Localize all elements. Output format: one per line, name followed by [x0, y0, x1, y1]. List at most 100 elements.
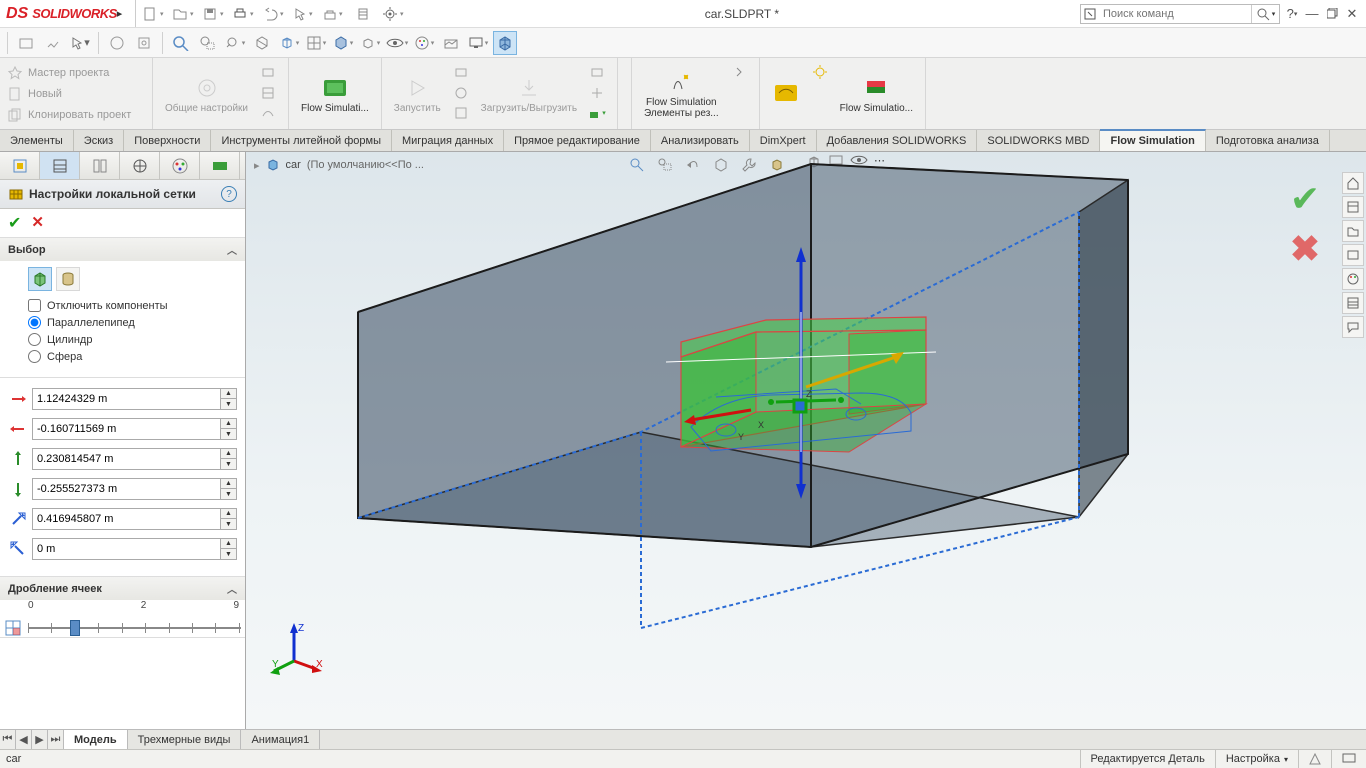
undo-icon[interactable]: ▾ — [262, 3, 284, 25]
hide-show-icon[interactable]: ▾ — [358, 31, 382, 55]
panel-tab-props-icon[interactable] — [40, 152, 80, 179]
tab-элементы[interactable]: Элементы — [0, 130, 74, 151]
radio-sphere[interactable]: Сфера — [28, 350, 235, 363]
view-tab-трехмерные-виды[interactable]: Трехмерные виды — [128, 730, 242, 749]
rib-sm-12-icon[interactable] — [729, 104, 749, 122]
radio-box[interactable]: Параллелепипед — [28, 316, 235, 329]
vt-last-icon[interactable]: ⏭ — [48, 730, 64, 749]
section-select-header[interactable]: Выбор ︿ — [0, 238, 245, 261]
rib-sm-10-icon[interactable] — [729, 63, 749, 81]
panel-tab-config-icon[interactable] — [80, 152, 120, 179]
viewport[interactable]: ▸ car (По умолчанию<<По ... ⋯ ✔ ✖ — [246, 152, 1366, 729]
section-view-icon[interactable] — [250, 31, 274, 55]
rib-sm-5-icon[interactable] — [451, 84, 471, 102]
view-orientation-icon[interactable]: ▾ — [277, 31, 301, 55]
search-go-icon[interactable]: ▾ — [1251, 5, 1279, 23]
search-input[interactable] — [1099, 8, 1251, 20]
tb2-cursor-icon[interactable]: ▾ — [68, 31, 92, 55]
x-min-input[interactable] — [32, 418, 220, 440]
zoom-fit-icon[interactable] — [169, 31, 193, 55]
logo-menu-dropdown-icon[interactable]: ▸ — [117, 7, 129, 20]
cancel-button[interactable]: ✕ — [31, 213, 44, 233]
panel-tab-appearance-icon[interactable] — [160, 152, 200, 179]
sheet-format-icon[interactable] — [352, 3, 374, 25]
restore-icon[interactable] — [1324, 6, 1340, 22]
spin-up[interactable]: ▲ — [221, 419, 236, 429]
rib-sm-7-icon[interactable] — [587, 63, 607, 81]
tb2-decals-icon[interactable] — [132, 31, 156, 55]
spin-down[interactable]: ▼ — [221, 519, 236, 529]
rib-load-unload[interactable]: Загрузить/Выгрузить — [475, 61, 583, 126]
tab-прямое-редактирование[interactable]: Прямое редактирование — [504, 130, 651, 151]
spin-down[interactable]: ▼ — [221, 459, 236, 469]
rib-general-settings[interactable]: Общие настройки — [159, 61, 254, 126]
rib-sm-13-icon[interactable] — [810, 63, 830, 81]
vt-next-icon[interactable]: ▶ — [32, 730, 48, 749]
close-icon[interactable]: ✕ — [1344, 6, 1360, 22]
edit-appearance-icon[interactable]: ▾ — [412, 31, 436, 55]
tab-анализировать[interactable]: Анализировать — [651, 130, 750, 151]
save-icon[interactable]: ▾ — [202, 3, 224, 25]
tab-поверхности[interactable]: Поверхности — [124, 130, 211, 151]
view-settings-icon[interactable]: ▾ — [466, 31, 490, 55]
spin-down[interactable]: ▼ — [221, 489, 236, 499]
panel-tab-features-icon[interactable] — [0, 152, 40, 179]
rib-sm-8-icon[interactable] — [587, 84, 607, 102]
status-menu[interactable]: Настройка ▾ — [1215, 750, 1298, 768]
y-max-input[interactable] — [32, 448, 220, 470]
x-max-input[interactable] — [32, 388, 220, 410]
tab-solidworks-mbd[interactable]: SOLIDWORKS MBD — [977, 130, 1100, 151]
refinement-slider[interactable] — [28, 619, 241, 637]
z-max-input[interactable] — [32, 508, 220, 530]
view-tab-анимация1[interactable]: Анимация1 — [241, 730, 320, 749]
rib-sm-14-icon[interactable] — [810, 84, 830, 102]
rib-sm-9-icon[interactable]: ▾ — [587, 104, 607, 122]
tab-подготовка-анализа[interactable]: Подготовка анализа — [1206, 130, 1330, 151]
rib-flow-results[interactable] — [766, 61, 806, 126]
section-refine-header[interactable]: Дробление ячеек ︿ — [0, 577, 245, 600]
display-style-icon[interactable]: ▾ — [331, 31, 355, 55]
tb2-appearance-icon[interactable] — [105, 31, 129, 55]
rebuild-icon[interactable]: ▾ — [322, 3, 344, 25]
tb2-1-icon[interactable] — [14, 31, 38, 55]
project-wizard-button[interactable]: Мастер проекта — [8, 66, 144, 80]
tb2-2-icon[interactable] — [41, 31, 65, 55]
rib-sm-11-icon[interactable] — [729, 84, 749, 102]
spin-up[interactable]: ▲ — [221, 479, 236, 489]
panel-tab-dim-icon[interactable] — [120, 152, 160, 179]
apply-scene-icon[interactable] — [439, 31, 463, 55]
spin-up[interactable]: ▲ — [221, 389, 236, 399]
spin-down[interactable]: ▼ — [221, 549, 236, 559]
rib-run[interactable]: Запустить — [388, 61, 447, 126]
panel-help-icon[interactable]: ? — [221, 186, 237, 202]
ok-button[interactable]: ✔ — [8, 213, 21, 233]
shape-cyl-button[interactable] — [56, 267, 80, 291]
status-alert-icon[interactable] — [1298, 750, 1331, 768]
tab-миграция-данных[interactable]: Миграция данных — [392, 130, 504, 151]
spin-down[interactable]: ▼ — [221, 429, 236, 439]
spin-up[interactable]: ▲ — [221, 539, 236, 549]
z-min-input[interactable] — [32, 538, 220, 560]
tab-flow-simulation[interactable]: Flow Simulation — [1100, 129, 1205, 151]
rib-sm-6-icon[interactable] — [451, 104, 471, 122]
zoom-area-icon[interactable] — [196, 31, 220, 55]
y-min-input[interactable] — [32, 478, 220, 500]
zoom-previous-icon[interactable]: ▾ — [223, 31, 247, 55]
viewport-layout-icon[interactable]: ▾ — [304, 31, 328, 55]
rib-sm-15-icon[interactable] — [810, 104, 830, 122]
print-icon[interactable]: ▾ — [232, 3, 254, 25]
chk-disable-components[interactable]: Отключить компоненты — [28, 299, 235, 312]
settings-gear-icon[interactable]: ▾ — [382, 3, 404, 25]
search-scope-icon[interactable] — [1081, 8, 1099, 20]
new-file-icon[interactable]: ▾ — [142, 3, 164, 25]
open-file-icon[interactable]: ▾ — [172, 3, 194, 25]
spin-down[interactable]: ▼ — [221, 399, 236, 409]
rib-flow-elements[interactable]: Flow Simulation Элементы рез... — [638, 61, 725, 126]
eye-visibility-icon[interactable]: ▾ — [385, 31, 409, 55]
rib-sm-2-icon[interactable] — [258, 84, 278, 102]
tab-эскиз[interactable]: Эскиз — [74, 130, 124, 151]
help-icon[interactable]: ? ▾ — [1284, 6, 1300, 22]
spin-up[interactable]: ▲ — [221, 449, 236, 459]
rib-sm-1-icon[interactable] — [258, 63, 278, 81]
view-tab-модель[interactable]: Модель — [64, 730, 128, 749]
